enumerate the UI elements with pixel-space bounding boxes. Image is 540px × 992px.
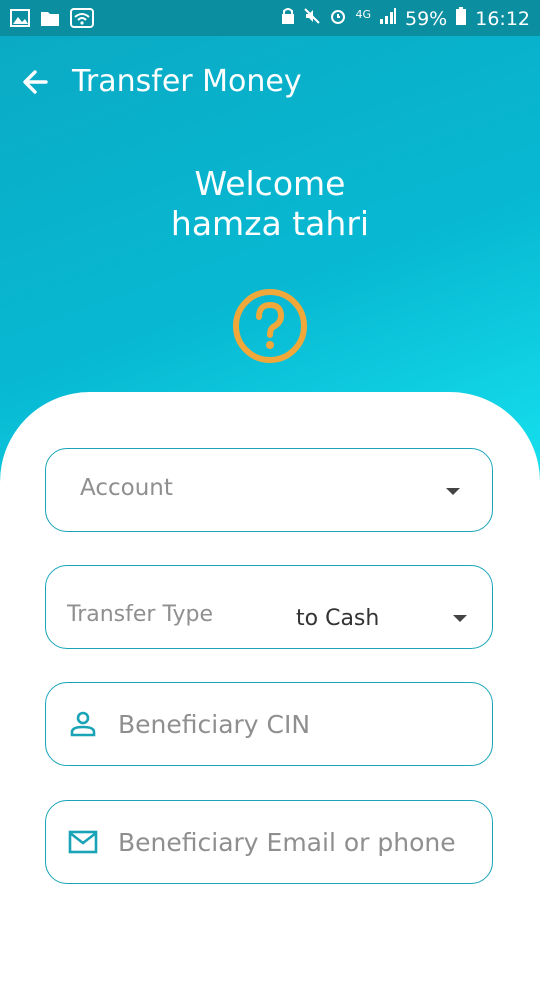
- signal-icon: [379, 7, 397, 30]
- battery-icon: [455, 6, 467, 31]
- transfer-type-dropdown[interactable]: Transfer Type to Cash: [45, 565, 493, 649]
- lock-icon: [281, 7, 295, 30]
- beneficiary-contact-placeholder: Beneficiary Email or phone: [118, 828, 456, 857]
- welcome-line: Welcome: [194, 164, 346, 203]
- help-button[interactable]: [232, 288, 308, 364]
- image-icon: [10, 9, 30, 31]
- back-arrow-icon: [23, 70, 48, 94]
- clock: 16:12: [475, 7, 530, 30]
- account-placeholder: Account: [80, 475, 173, 501]
- network-type: 4G: [355, 8, 371, 21]
- beneficiary-cin-field[interactable]: Beneficiary CIN: [45, 682, 493, 766]
- beneficiary-contact-field[interactable]: Beneficiary Email or phone: [45, 800, 493, 884]
- account-dropdown[interactable]: Account: [45, 448, 493, 532]
- user-name: hamza tahri: [170, 204, 370, 243]
- wifi-icon: [70, 8, 94, 32]
- mail-icon: [68, 830, 98, 854]
- folder-icon: [40, 9, 60, 31]
- page-title: Transfer Money: [72, 64, 302, 99]
- mute-icon: [303, 7, 321, 30]
- transfer-type-label: Transfer Type: [67, 602, 213, 627]
- battery-percent: 59%: [405, 7, 448, 30]
- help-icon: [233, 289, 307, 363]
- toolbar: Transfer Money: [0, 36, 540, 128]
- chevron-down-icon[interactable]: [453, 615, 467, 622]
- beneficiary-cin-placeholder: Beneficiary CIN: [118, 710, 311, 739]
- status-bar: 4G 59% 16:12: [0, 0, 540, 36]
- alarm-icon: [329, 7, 347, 30]
- transfer-type-value: to Cash: [296, 606, 380, 631]
- chevron-down-icon[interactable]: [446, 488, 460, 495]
- back-button[interactable]: [18, 64, 54, 100]
- welcome-text: Welcome hamza tahri: [0, 164, 540, 244]
- person-icon: [70, 711, 96, 737]
